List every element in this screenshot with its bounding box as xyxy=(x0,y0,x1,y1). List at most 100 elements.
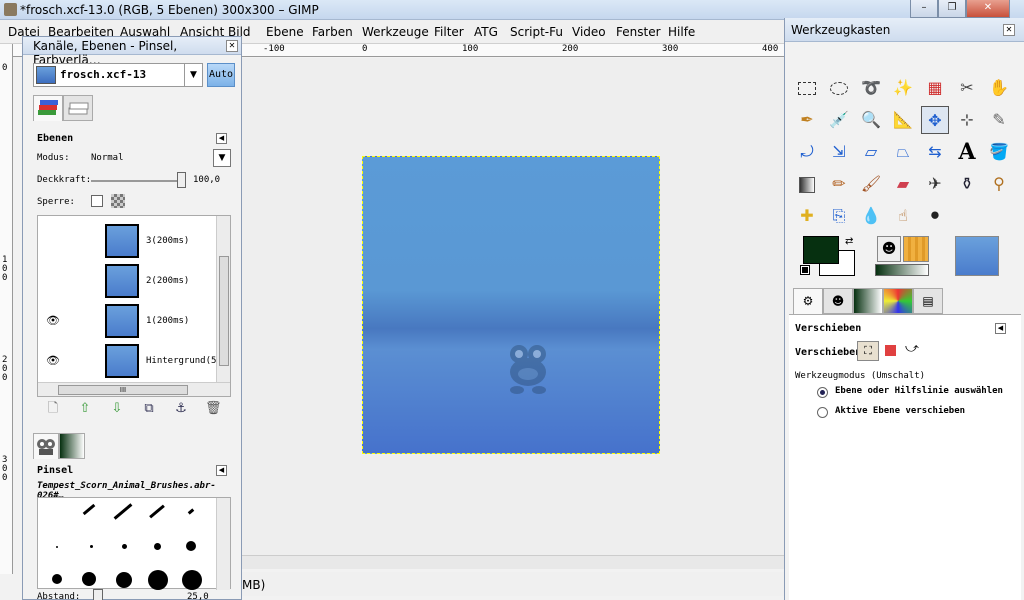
toolbox-close-button[interactable]: ✕ xyxy=(1003,24,1015,36)
auto-button[interactable]: Auto xyxy=(207,63,235,87)
image-selector[interactable]: frosch.xcf-13 ▼ xyxy=(33,63,203,87)
brushes-grid[interactable] xyxy=(37,497,231,590)
tab-palettes[interactable] xyxy=(883,288,913,314)
vertical-ruler[interactable]: 0 1 0 0 2 0 0 3 0 0 xyxy=(0,44,13,574)
tab-tool-options[interactable]: ⚙ xyxy=(793,288,823,314)
brush-item[interactable] xyxy=(52,574,62,584)
opacity-slider-track[interactable] xyxy=(91,180,183,182)
delete-layer-icon[interactable]: 🗑 xyxy=(205,401,222,417)
paintbrush-icon[interactable]: 🖌 xyxy=(857,170,885,198)
smudge-icon[interactable]: ☝ xyxy=(889,202,917,230)
layer-row[interactable]: 👁 1(200ms) xyxy=(38,302,216,342)
eye-icon[interactable]: 👁 xyxy=(46,315,62,326)
layer-row[interactable]: 2(200ms) xyxy=(38,262,216,302)
brush-item[interactable] xyxy=(82,572,96,586)
menu-farben[interactable]: Farben xyxy=(312,25,353,39)
clone-icon[interactable]: ⚲ xyxy=(985,170,1013,198)
menu-hilfe[interactable]: Hilfe xyxy=(668,25,695,39)
color-picker-icon[interactable]: 💉 xyxy=(825,106,853,134)
panel-menu-icon[interactable]: ◀ xyxy=(216,133,227,144)
tab-gradients[interactable] xyxy=(59,433,85,459)
text-tool-icon[interactable]: A xyxy=(953,138,981,166)
shear-icon[interactable]: ▱ xyxy=(857,138,885,166)
lock-pixels-checkbox[interactable] xyxy=(91,195,103,207)
fuzzy-select-icon[interactable]: ✨ xyxy=(889,74,917,102)
bucket-fill-icon[interactable]: 🪣 xyxy=(985,138,1013,166)
foreground-color-swatch[interactable] xyxy=(803,236,839,264)
default-colors-icon[interactable] xyxy=(800,265,810,275)
perspective-icon[interactable]: ⏢ xyxy=(889,138,917,166)
brush-item[interactable] xyxy=(182,570,202,590)
paths-icon[interactable]: ✒ xyxy=(793,106,821,134)
minimize-button[interactable]: – xyxy=(910,0,938,18)
mode-value[interactable]: Normal xyxy=(91,153,124,163)
brush-item[interactable] xyxy=(113,503,133,520)
layers-vertical-scrollbar[interactable] xyxy=(216,216,230,382)
tab-layers[interactable] xyxy=(33,95,63,121)
tab-gradients-small[interactable] xyxy=(853,288,883,314)
brush-item[interactable] xyxy=(122,544,127,549)
layers-horizontal-scrollbar[interactable]: III xyxy=(38,382,230,396)
toolbox-title-bar[interactable]: Werkzeugkasten ✕ xyxy=(785,18,1024,42)
maximize-button[interactable]: ❐ xyxy=(938,0,966,18)
radio-move-active-layer-label[interactable]: Aktive Ebene verschieben xyxy=(835,406,965,416)
ink-icon[interactable]: ⚱ xyxy=(953,170,981,198)
zoom-icon[interactable]: 🔍 xyxy=(857,106,885,134)
dock-title-bar[interactable]: Kanäle, Ebenen - Pinsel, Farbverlä… ✕ xyxy=(23,37,241,67)
new-layer-icon[interactable]: 🗋 xyxy=(45,401,61,417)
opacity-slider-handle[interactable] xyxy=(177,172,186,188)
radio-move-active-layer[interactable] xyxy=(817,407,828,418)
spacing-value[interactable]: 25,0 xyxy=(187,592,209,600)
scale-icon[interactable]: ⇲ xyxy=(825,138,853,166)
radio-pick-layer[interactable] xyxy=(817,387,828,398)
brush-item[interactable] xyxy=(154,543,161,550)
menu-fenster[interactable]: Fenster xyxy=(616,25,661,39)
scrollbar-grip[interactable]: III xyxy=(58,385,188,395)
duplicate-layer-icon[interactable]: ⧉ xyxy=(141,401,157,417)
raise-layer-icon[interactable]: ⇧ xyxy=(77,401,93,417)
blend-icon[interactable] xyxy=(793,170,821,198)
menu-werkzeuge[interactable]: Werkzeuge xyxy=(362,25,429,39)
brush-item[interactable] xyxy=(90,545,93,548)
airbrush-icon[interactable]: ✈ xyxy=(921,170,949,198)
panel-menu-icon[interactable]: ◀ xyxy=(216,465,227,476)
image-canvas[interactable] xyxy=(362,156,660,454)
move-selection-mode-icon[interactable] xyxy=(885,345,896,356)
rect-select-icon[interactable] xyxy=(793,74,821,102)
menu-atg[interactable]: ATG xyxy=(474,25,498,39)
swap-colors-icon[interactable]: ⇄ xyxy=(845,236,853,247)
move-tool-icon[interactable]: ✥ xyxy=(921,106,949,134)
opacity-value[interactable]: 100,0 xyxy=(193,175,220,185)
menu-script-fu[interactable]: Script-Fu xyxy=(510,25,563,39)
move-layer-mode-icon[interactable]: ⛶ xyxy=(857,341,879,361)
close-button[interactable]: ✕ xyxy=(966,0,1010,18)
lower-layer-icon[interactable]: ⇩ xyxy=(109,401,125,417)
brush-item[interactable] xyxy=(116,572,132,588)
canvas-horizontal-scrollbar[interactable] xyxy=(242,555,784,569)
brush-item[interactable] xyxy=(149,504,165,519)
menu-video[interactable]: Video xyxy=(572,25,606,39)
tab-brushes[interactable] xyxy=(33,433,59,459)
align-icon[interactable]: ⊹ xyxy=(953,106,981,134)
tab-brushes-small[interactable]: ☻ xyxy=(823,288,853,314)
dock-close-button[interactable]: ✕ xyxy=(226,40,238,52)
brush-item[interactable] xyxy=(186,541,196,551)
panel-menu-icon[interactable]: ◀ xyxy=(995,323,1006,334)
active-brush-icon[interactable]: ☻ xyxy=(877,236,901,262)
scissors-icon[interactable]: ✂ xyxy=(953,74,981,102)
heal-icon[interactable]: ✚ xyxy=(793,202,821,230)
menu-filter[interactable]: Filter xyxy=(434,25,464,39)
move-path-mode-icon[interactable]: ⤻ xyxy=(905,341,919,356)
eye-icon[interactable]: 👁 xyxy=(46,355,62,366)
scrollbar-grip[interactable] xyxy=(219,256,229,366)
eraser-icon[interactable]: ▰ xyxy=(889,170,917,198)
layer-row[interactable]: 3(200ms) xyxy=(38,222,216,262)
foreground-select-icon[interactable]: ✋ xyxy=(985,74,1013,102)
tab-channels[interactable] xyxy=(63,95,93,121)
menu-ebene[interactable]: Ebene xyxy=(266,25,304,39)
flip-icon[interactable]: ⇆ xyxy=(921,138,949,166)
chevron-down-icon[interactable]: ▼ xyxy=(213,149,231,167)
ellipse-select-icon[interactable] xyxy=(825,74,853,102)
measure-icon[interactable]: 📐 xyxy=(889,106,917,134)
brushes-vertical-scrollbar[interactable] xyxy=(216,498,230,590)
